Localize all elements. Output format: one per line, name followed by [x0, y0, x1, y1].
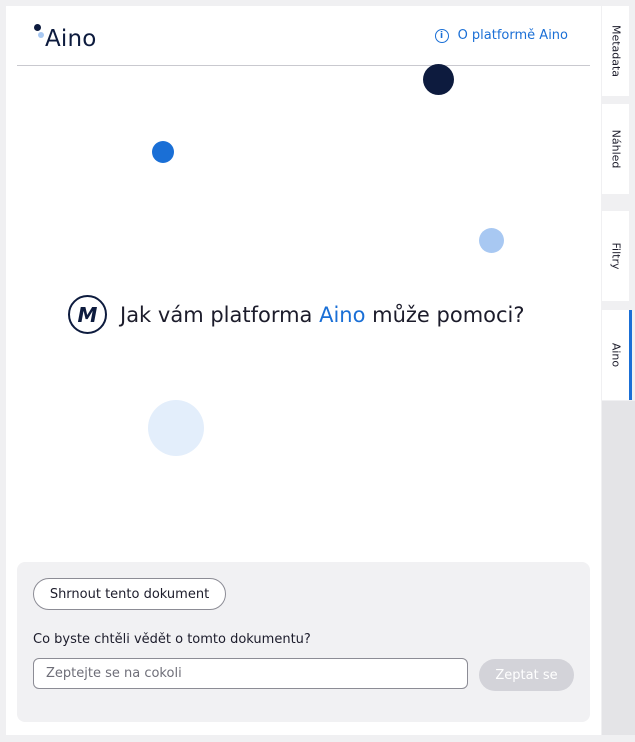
logo-dot-dark: [34, 24, 41, 31]
side-tabs-background: [602, 401, 635, 735]
welcome-title-after: může pomoci?: [365, 302, 525, 327]
aino-panel: Aino i O platformě Aino M Jak vám platfo…: [6, 6, 601, 735]
info-icon: i: [434, 28, 449, 43]
decorative-dot-light-blue: [479, 228, 504, 253]
decorative-dot-navy: [423, 64, 454, 95]
tab-metadata-label: Metadata: [609, 24, 622, 78]
decorative-dot-blue: [152, 141, 174, 163]
welcome-title-before: Jak vám platforma: [120, 302, 320, 327]
summarize-document-button[interactable]: Shrnout tento dokument: [33, 578, 226, 610]
tab-aino[interactable]: Aino: [602, 310, 632, 400]
welcome-title-accent: Aino: [319, 302, 366, 327]
tab-filtry-label: Filtry: [609, 242, 622, 270]
tab-filtry[interactable]: Filtry: [602, 211, 629, 301]
aino-logo: Aino: [34, 24, 114, 54]
tab-aino-label: Aino: [609, 342, 622, 368]
question-input[interactable]: [33, 658, 468, 689]
about-platform-label: O platformě Aino: [457, 28, 568, 43]
question-label: Co byste chtěli vědět o tomto dokumentu?: [33, 632, 311, 647]
tab-metadata[interactable]: Metadata: [602, 6, 629, 96]
aino-avatar-icon: M: [68, 295, 107, 334]
welcome-headline: M Jak vám platforma Aino může pomoci?: [68, 295, 525, 334]
tab-nahled-label: Náhled: [609, 129, 622, 169]
logo-dot-light: [38, 32, 44, 38]
side-tabs: Metadata Náhled Filtry Aino: [602, 6, 635, 735]
about-platform-link[interactable]: i O platformě Aino: [434, 28, 568, 43]
decorative-dot-pale: [148, 400, 204, 456]
ask-button[interactable]: Zeptat se: [479, 659, 574, 691]
tab-nahled[interactable]: Náhled: [602, 104, 629, 194]
logo-text: Aino: [45, 26, 97, 52]
composer-area: Shrnout tento dokument Co byste chtěli v…: [17, 562, 590, 722]
panel-header: Aino i O platformě Aino: [17, 6, 590, 66]
welcome-title: Jak vám platforma Aino může pomoci?: [120, 303, 525, 327]
